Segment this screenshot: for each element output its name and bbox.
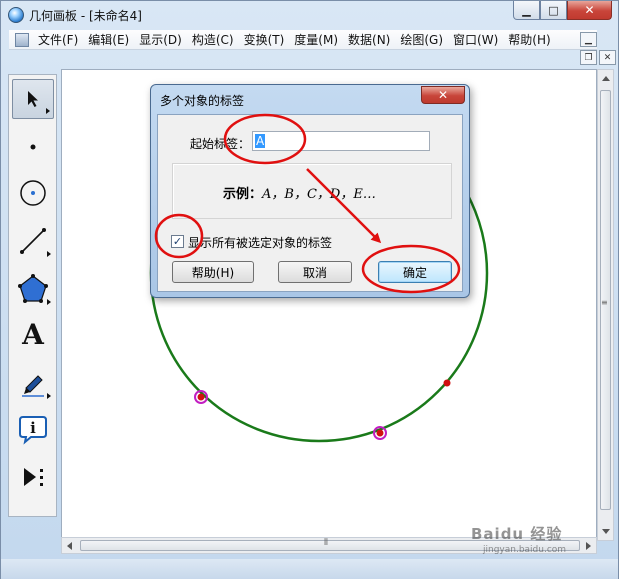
annotation-layer	[154, 113, 461, 294]
watermark-url: jingyan.baidu.com	[483, 545, 567, 555]
annotation-circle-start-label	[223, 113, 307, 165]
annotation-circle-checkbox	[154, 213, 204, 259]
watermark: Baidu 经验	[471, 525, 563, 543]
annotation-arrow	[306, 168, 382, 244]
app-window: 几何画板 - [未命名4] ▁ □ ✕ 文件(F) 编辑(E) 显示(D) 构造…	[0, 0, 619, 579]
annotation-circle-ok-button	[361, 244, 461, 294]
